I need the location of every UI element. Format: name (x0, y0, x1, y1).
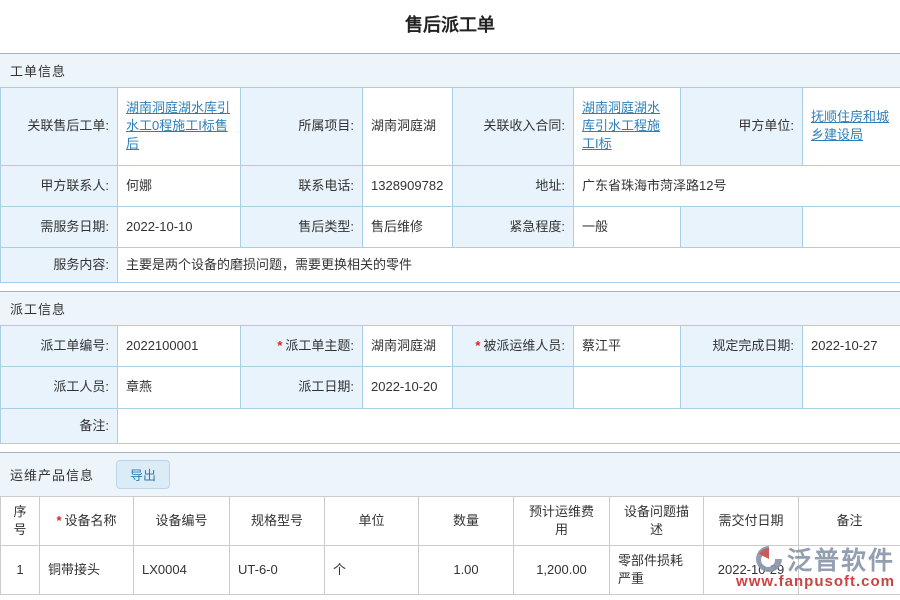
section-title: 派工信息 (10, 299, 66, 318)
col-header-qty: 数量 (419, 496, 514, 545)
section-header-products: 运维产品信息 导出 (0, 452, 900, 496)
service-type-value: 售后维修 (363, 206, 453, 247)
products-header-row: 序号 *设备名称 设备编号 规格型号 单位 数量 预计运维费用 设备问题描述 需… (1, 496, 900, 545)
product-model: UT-6-0 (230, 546, 325, 595)
field-label: *派工单主题: (241, 326, 363, 367)
work-order-table: 关联售后工单: 湖南洞庭湖水库引水工0程施工I标售后 所属项目: 湖南洞庭湖 关… (0, 87, 900, 283)
product-unit: 个 (325, 546, 419, 595)
product-qty: 1.00 (419, 546, 514, 595)
product-est-cost: 1,200.00 (514, 546, 610, 595)
project-value: 湖南洞庭湖 (363, 88, 453, 166)
income-contract-link[interactable]: 湖南洞庭湖水库引水工程施工I标 (582, 100, 660, 151)
field-label: 所属项目: (241, 88, 363, 166)
dispatch-remark-value (118, 408, 900, 443)
urgency-value: 一般 (574, 206, 681, 247)
empty-label-cell (681, 367, 803, 408)
field-label: 关联收入合同: (453, 88, 574, 166)
field-label: 紧急程度: (453, 206, 574, 247)
field-label: 甲方联系人: (1, 165, 118, 206)
field-label: 联系电话: (241, 165, 363, 206)
product-due-date: 2022-10-29 (704, 546, 799, 595)
required-marker: * (475, 338, 480, 353)
field-label: *被派运维人员: (453, 326, 574, 367)
dispatcher-value: 章燕 (118, 367, 241, 408)
field-label: 派工单编号: (1, 326, 118, 367)
dispatch-table: 派工单编号: 2022100001 *派工单主题: 湖南洞庭湖 *被派运维人员:… (0, 325, 900, 444)
col-header-model: 规格型号 (230, 496, 325, 545)
col-header-seq: 序号 (1, 496, 40, 545)
party-a-contact-value: 何娜 (118, 165, 241, 206)
phone-value: 1328909782 (363, 165, 453, 206)
empty-value-cell (574, 367, 681, 408)
col-header-unit: 单位 (325, 496, 419, 545)
dispatch-row-1: 派工单编号: 2022100001 *派工单主题: 湖南洞庭湖 *被派运维人员:… (1, 326, 900, 367)
dispatch-deadline-value: 2022-10-27 (803, 326, 900, 367)
service-content-value: 主要是两个设备的磨损问题，需要更换相关的零件 (118, 247, 900, 282)
aftersales-dispatch-page: 售后派工单 工单信息 关联售后工单: 湖南洞庭湖水库引水工0程施工I标售后 所属… (0, 0, 900, 600)
col-header-est-cost: 预计运维费用 (514, 496, 610, 545)
empty-value-cell (803, 206, 900, 247)
section-title: 工单信息 (10, 61, 66, 80)
work-order-row-3: 需服务日期: 2022-10-10 售后类型: 售后维修 紧急程度: 一般 (1, 206, 900, 247)
field-label: 备注: (1, 408, 118, 443)
field-label: 需服务日期: (1, 206, 118, 247)
empty-label-cell (681, 206, 803, 247)
required-marker: * (56, 513, 61, 528)
service-date-value: 2022-10-10 (118, 206, 241, 247)
field-label: 规定完成日期: (681, 326, 803, 367)
work-order-row-2: 甲方联系人: 何娜 联系电话: 1328909782 地址: 广东省珠海市菏泽路… (1, 165, 900, 206)
product-seq: 1 (1, 546, 40, 595)
work-order-row-1: 关联售后工单: 湖南洞庭湖水库引水工0程施工I标售后 所属项目: 湖南洞庭湖 关… (1, 88, 900, 166)
party-a-unit-link[interactable]: 抚顺住房和城乡建设局 (811, 109, 889, 142)
required-marker: * (277, 338, 282, 353)
product-name: 铜带接头 (40, 546, 134, 595)
field-label: 售后类型: (241, 206, 363, 247)
related-order-link[interactable]: 湖南洞庭湖水库引水工0程施工I标售后 (126, 100, 230, 151)
product-code: LX0004 (134, 546, 230, 595)
dispatch-subject-value: 湖南洞庭湖 (363, 326, 453, 367)
product-remark (799, 546, 900, 595)
dispatch-date-value: 2022-10-20 (363, 367, 453, 408)
col-header-remark: 备注 (799, 496, 900, 545)
field-label: 服务内容: (1, 247, 118, 282)
field-label: 地址: (453, 165, 574, 206)
empty-label-cell (453, 367, 574, 408)
field-label: 甲方单位: (681, 88, 803, 166)
col-header-name: *设备名称 (40, 496, 134, 545)
section-title: 运维产品信息 (10, 465, 94, 484)
empty-value-cell (803, 367, 900, 408)
address-value: 广东省珠海市菏泽路12号 (574, 165, 900, 206)
dispatch-order-no-value: 2022100001 (118, 326, 241, 367)
section-header-work-order: 工单信息 (0, 53, 900, 87)
dispatch-row-2: 派工人员: 章燕 派工日期: 2022-10-20 (1, 367, 900, 408)
col-header-due-date: 需交付日期 (704, 496, 799, 545)
dispatch-assignee-value: 蔡江平 (574, 326, 681, 367)
col-header-code: 设备编号 (134, 496, 230, 545)
dispatch-row-3: 备注: (1, 408, 900, 443)
product-row: 1 铜带接头 LX0004 UT-6-0 个 1.00 1,200.00 零部件… (1, 546, 900, 595)
section-header-dispatch: 派工信息 (0, 291, 900, 325)
field-label: 派工日期: (241, 367, 363, 408)
export-button[interactable]: 导出 (116, 460, 170, 489)
products-table: 序号 *设备名称 设备编号 规格型号 单位 数量 预计运维费用 设备问题描述 需… (0, 496, 900, 596)
work-order-row-4: 服务内容: 主要是两个设备的磨损问题，需要更换相关的零件 (1, 247, 900, 282)
page-title: 售后派工单 (0, 0, 900, 53)
product-issue: 零部件损耗严重 (610, 546, 704, 595)
field-label: 派工人员: (1, 367, 118, 408)
col-header-issue: 设备问题描述 (610, 496, 704, 545)
field-label: 关联售后工单: (1, 88, 118, 166)
